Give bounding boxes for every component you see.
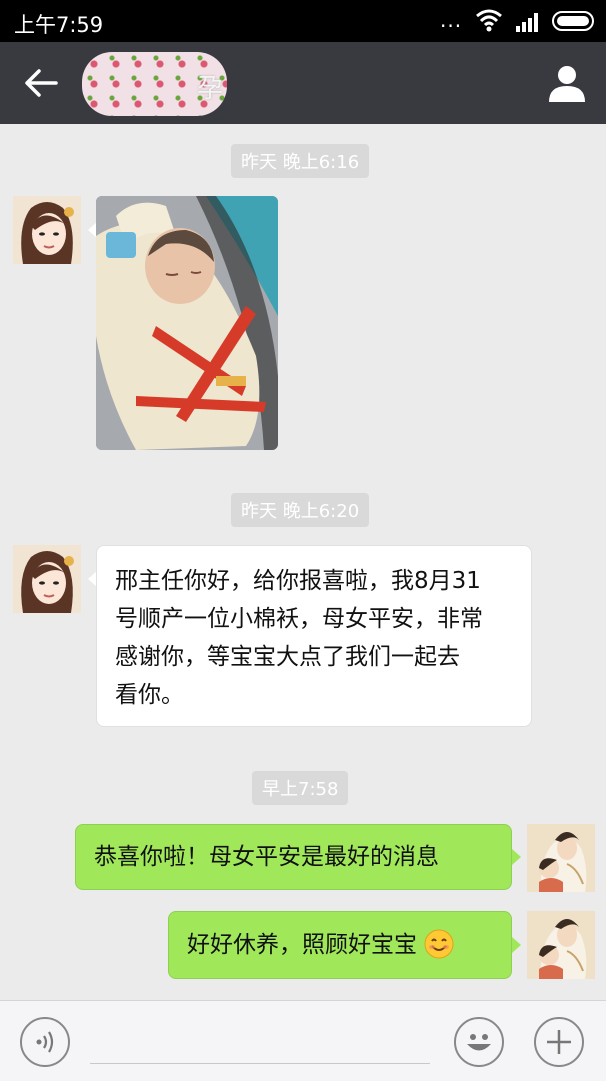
smiley-icon xyxy=(467,1034,491,1051)
message-line: 邢主任你好，给你报喜啦，我8月31 xyxy=(115,568,481,594)
status-dots: ... xyxy=(440,8,463,32)
person-icon[interactable] xyxy=(546,62,588,104)
back-arrow-icon[interactable] xyxy=(20,62,62,104)
message-line: 看你。 xyxy=(115,682,184,708)
contact-avatar-image xyxy=(13,545,81,613)
bubble-tail xyxy=(512,937,521,953)
contact-avatar-image xyxy=(13,196,81,264)
sent-message-text: 恭喜你啦！母女平安是最好的消息 xyxy=(94,844,439,870)
emoji-button[interactable] xyxy=(454,1017,504,1067)
message-input[interactable] xyxy=(90,1063,430,1064)
add-button[interactable] xyxy=(534,1017,584,1067)
contact-avatar[interactable] xyxy=(13,196,81,264)
my-avatar-image xyxy=(527,824,595,892)
chat-title-text: 孕 xyxy=(196,74,223,104)
chat-title: 孕 xyxy=(82,52,227,116)
battery-icon xyxy=(552,11,594,31)
status-bar: 上午7:59 ... xyxy=(0,0,606,42)
sent-message-bubble[interactable]: 恭喜你啦！母女平安是最好的消息 xyxy=(75,824,512,890)
my-avatar-image xyxy=(527,911,595,979)
sent-message-text: 好好休养，照顾好宝宝 xyxy=(187,932,417,958)
voice-icon xyxy=(36,1031,54,1053)
bubble-tail xyxy=(512,849,521,865)
plus-icon xyxy=(547,1030,571,1054)
timestamp: 早上7:58 xyxy=(252,771,349,805)
received-message-bubble[interactable]: 邢主任你好，给你报喜啦，我8月31 号顺产一位小棉袄，母女平安，非常 感谢你，等… xyxy=(96,545,532,727)
signal-icon xyxy=(516,13,538,32)
contact-avatar[interactable] xyxy=(13,545,81,613)
status-time: 上午7:59 xyxy=(14,13,104,37)
input-bar xyxy=(0,1000,606,1081)
title-bar: 孕 xyxy=(0,42,606,124)
message-line: 感谢你，等宝宝大点了我们一起去 xyxy=(115,644,460,670)
baby-photo xyxy=(96,196,278,450)
voice-button[interactable] xyxy=(20,1017,70,1067)
timestamp: 昨天 晚上6:20 xyxy=(231,493,370,527)
baby-photo-message[interactable] xyxy=(96,196,278,450)
my-avatar[interactable] xyxy=(527,911,595,979)
timestamp: 昨天 晚上6:16 xyxy=(231,144,370,178)
sent-message-bubble[interactable]: 好好休养，照顾好宝宝 xyxy=(168,911,512,979)
message-line: 号顺产一位小棉袄，母女平安，非常 xyxy=(115,606,483,632)
wifi-icon xyxy=(476,9,502,32)
my-avatar[interactable] xyxy=(527,824,595,892)
smiley-emoji-icon xyxy=(424,929,454,959)
